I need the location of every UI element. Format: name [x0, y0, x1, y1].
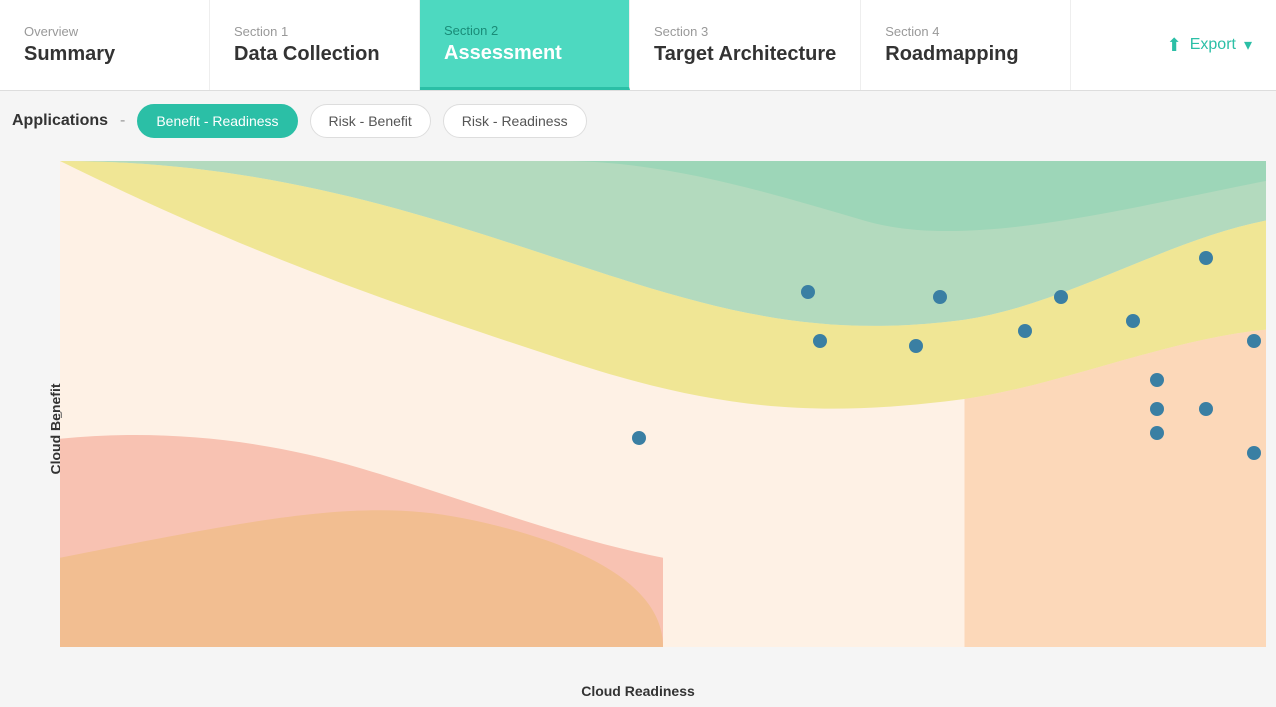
chart-area: Low Medium High Low Medium High [60, 161, 1266, 647]
tab-overview[interactable]: Overview Summary [0, 0, 210, 90]
tab-section-label: Section 1 [234, 24, 395, 39]
tab-title: Assessment [444, 42, 605, 65]
export-icon: ⬆ [1167, 35, 1182, 56]
chart-container: Cloud Benefit Low Medium High Low Medium [0, 151, 1276, 707]
tab-section-label: Section 3 [654, 24, 836, 39]
data-point-2[interactable] [632, 431, 646, 445]
export-label: Export [1190, 36, 1236, 54]
tab-title: Target Architecture [654, 43, 836, 66]
data-point-14[interactable] [1247, 446, 1261, 460]
chart-background-svg [60, 161, 1266, 647]
data-point-9[interactable] [1150, 373, 1164, 387]
tab-section-label: Overview [24, 24, 185, 39]
data-point-12[interactable] [1199, 402, 1213, 416]
dash-separator: - [120, 112, 125, 130]
data-point-6[interactable] [1018, 324, 1032, 338]
navigation-tabs: Overview Summary Section 1 Data Collecti… [0, 0, 1276, 91]
data-point-1[interactable] [813, 334, 827, 348]
data-point-4[interactable] [933, 290, 947, 304]
benefit-readiness-button[interactable]: Benefit - Readiness [137, 104, 297, 138]
tab-title: Summary [24, 43, 185, 66]
data-point-5[interactable] [1054, 290, 1068, 304]
data-point-7[interactable] [1126, 314, 1140, 328]
tab-section-label: Section 2 [444, 23, 605, 38]
data-point-3[interactable] [909, 339, 923, 353]
tab-title: Data Collection [234, 43, 395, 66]
data-point-11[interactable] [1150, 426, 1164, 440]
tab-section1[interactable]: Section 1 Data Collection [210, 0, 420, 90]
export-button[interactable]: ⬆ Export ▾ [1143, 0, 1276, 90]
y-tick-medium: Medium [60, 407, 63, 421]
risk-benefit-button[interactable]: Risk - Benefit [310, 104, 431, 138]
x-axis-label: Cloud Readiness [581, 683, 695, 699]
tab-section3[interactable]: Section 3 Target Architecture [630, 0, 861, 90]
tab-section-label: Section 4 [885, 24, 1046, 39]
applications-label: Applications [12, 112, 108, 130]
data-point-0[interactable] [801, 285, 815, 299]
data-point-13[interactable] [1247, 334, 1261, 348]
tab-section4[interactable]: Section 4 Roadmapping [861, 0, 1071, 90]
risk-readiness-button[interactable]: Risk - Readiness [443, 104, 587, 138]
tab-section2[interactable]: Section 2 Assessment [420, 0, 630, 90]
tab-title: Roadmapping [885, 43, 1046, 66]
chart-toolbar: Applications - Benefit - Readiness Risk … [0, 91, 1276, 151]
chevron-down-icon: ▾ [1244, 35, 1252, 55]
data-point-10[interactable] [1150, 402, 1164, 416]
data-point-8[interactable] [1199, 251, 1213, 265]
